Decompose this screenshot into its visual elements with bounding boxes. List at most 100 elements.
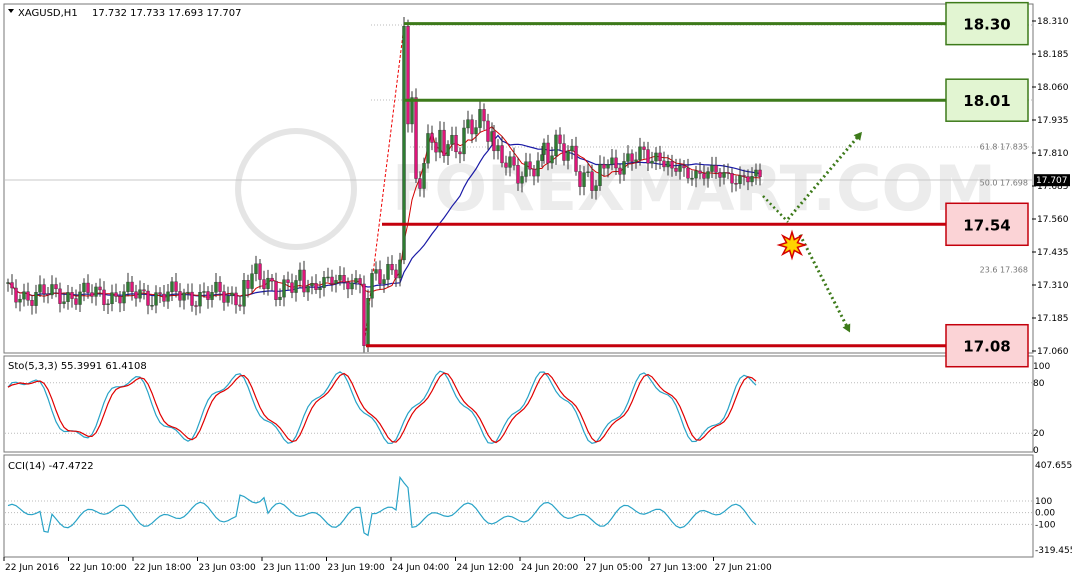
bear-candle (618, 167, 622, 175)
time-tick-label: 27 Jun 21:00 (715, 563, 772, 573)
stoch-tick-label: 80 (1033, 379, 1045, 389)
bear-candle (390, 264, 394, 271)
bull-candle (638, 146, 642, 161)
bear-candle (406, 26, 410, 125)
bear-candle (698, 170, 702, 174)
bear-candle (190, 291, 194, 306)
fib-level-label: 23.6 17.368 (980, 266, 1028, 275)
level-label: 17.54 (963, 216, 1010, 234)
time-tick-label: 27 Jun 05:00 (586, 563, 643, 573)
bull-candle (398, 259, 402, 279)
bull-candle (166, 291, 170, 302)
bear-candle (434, 142, 438, 153)
bull-candle (634, 159, 638, 162)
bear-candle (546, 142, 550, 164)
bull-candle (298, 269, 302, 281)
bull-candle (62, 301, 66, 304)
current-price-label: 17.707 (1036, 176, 1068, 186)
bull-candle (754, 169, 758, 177)
time-tick-label: 23 Jun 19:00 (328, 563, 385, 573)
bear-candle (174, 281, 178, 292)
cci-tick-label: 407.6554 (1035, 461, 1072, 471)
bull-candle (198, 292, 202, 307)
bull-candle (150, 305, 154, 307)
bull-candle (18, 298, 22, 303)
time-tick-label: 22 Jun 10:00 (70, 563, 127, 573)
bear-candle (258, 263, 262, 280)
bear-candle (662, 160, 666, 168)
bear-candle (516, 165, 520, 184)
bear-candle (270, 277, 274, 282)
bear-candle (702, 173, 706, 179)
fib-level-label: 61.8 17.835 (980, 142, 1028, 151)
bear-candle (470, 119, 474, 135)
bear-candle (142, 289, 146, 292)
bear-candle (262, 279, 266, 289)
bull-candle (94, 286, 98, 297)
bull-candle (202, 291, 206, 293)
bull-candle (446, 144, 450, 156)
bear-candle (206, 291, 210, 300)
price-tick-label: 18.185 (1037, 50, 1069, 60)
bull-candle (550, 155, 554, 164)
bull-candle (250, 273, 254, 289)
bear-candle (342, 275, 346, 283)
bear-candle (646, 149, 650, 164)
bear-candle (358, 278, 362, 285)
bear-candle (86, 282, 90, 293)
bull-candle (210, 292, 214, 300)
bear-candle (70, 292, 74, 299)
bear-candle (442, 129, 446, 156)
level-label: 18.30 (963, 16, 1010, 34)
bear-candle (290, 282, 294, 293)
bull-candle (214, 281, 218, 293)
ohlc-readout: 17.732 17.733 17.693 17.707 (92, 8, 242, 19)
time-tick-label: 24 Jun 12:00 (457, 563, 514, 573)
bull-candle (706, 171, 710, 179)
bear-candle (718, 172, 722, 178)
bull-candle (366, 298, 370, 346)
bear-candle (274, 281, 278, 300)
bull-candle (570, 145, 574, 152)
bull-candle (622, 161, 626, 175)
bull-candle (508, 156, 512, 168)
bear-candle (492, 131, 496, 152)
bear-candle (642, 146, 646, 150)
bull-candle (474, 127, 478, 135)
bull-candle (266, 277, 270, 289)
stoch-tick-label: 0 (1033, 446, 1039, 456)
bear-candle (58, 288, 62, 304)
bull-candle (542, 142, 546, 155)
bull-candle (586, 171, 590, 174)
bear-candle (130, 281, 134, 292)
bear-candle (458, 151, 462, 155)
price-tick-label: 18.310 (1037, 17, 1069, 27)
watermark-text: FOREXMART.COM (392, 152, 996, 225)
bull-candle (710, 165, 714, 172)
bull-candle (370, 273, 374, 299)
bear-candle (670, 161, 674, 169)
bull-candle (650, 160, 654, 164)
bull-candle (110, 292, 114, 305)
bear-candle (686, 167, 690, 179)
bear-candle (574, 145, 578, 172)
bull-candle (536, 160, 540, 177)
bear-candle (730, 173, 734, 184)
bull-candle (462, 127, 466, 155)
bull-candle (478, 109, 482, 128)
bear-candle (734, 183, 738, 185)
cci-tick-label: -319.4551 (1035, 546, 1072, 556)
bull-candle (450, 135, 454, 145)
bear-candle (98, 286, 102, 291)
bull-candle (50, 284, 54, 296)
bear-candle (394, 269, 398, 279)
bull-candle (82, 282, 86, 293)
bear-candle (500, 145, 504, 164)
bull-candle (594, 185, 598, 191)
bull-candle (278, 296, 282, 300)
price-tick-label: 17.935 (1037, 116, 1069, 126)
bear-candle (602, 164, 606, 169)
bull-candle (66, 292, 70, 302)
level-label: 18.01 (963, 92, 1010, 110)
time-tick-label: 24 Jun 20:00 (521, 563, 578, 573)
